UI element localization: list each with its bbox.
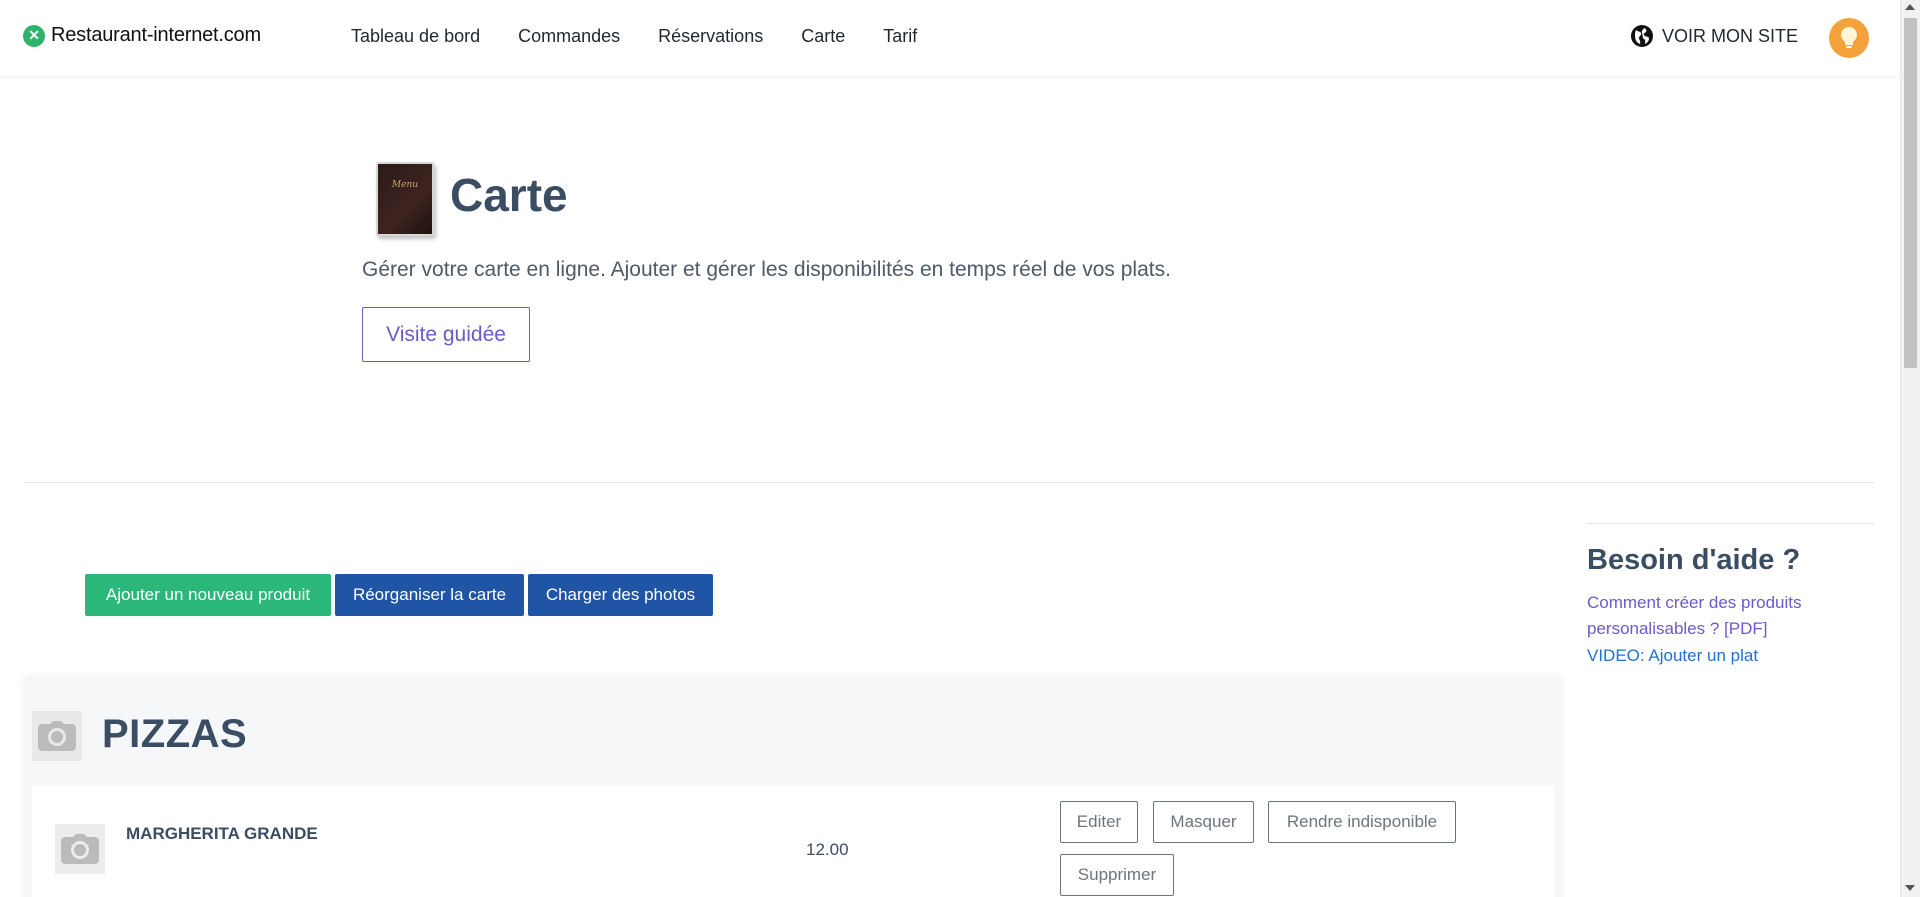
help-divider: [1587, 523, 1874, 524]
globe-icon: [1631, 25, 1653, 47]
upload-photos-button[interactable]: Charger des photos: [528, 574, 713, 616]
hide-product-button[interactable]: Masquer: [1153, 801, 1254, 843]
page: ✕ Restaurant-internet.com Tableau de bor…: [0, 0, 1920, 897]
category-card: PIZZAS MARGHERITA GRANDE 12.00 Editer Ma…: [24, 676, 1562, 897]
scroll-down-icon[interactable]: [1905, 885, 1915, 891]
product-row: MARGHERITA GRANDE 12.00 Editer Masquer R…: [32, 786, 1554, 897]
product-price: 12.00: [806, 840, 849, 859]
nav-item-tarif[interactable]: Tarif: [883, 26, 917, 47]
page-title: Carte: [450, 169, 568, 221]
view-site-label: VOIR MON SITE: [1662, 25, 1799, 46]
nav-item-commandes[interactable]: Commandes: [518, 26, 620, 47]
delete-product-button[interactable]: Supprimer: [1060, 854, 1174, 896]
page-scrollbar[interactable]: [1900, 0, 1920, 897]
product-name: MARGHERITA GRANDE: [126, 824, 318, 843]
make-unavailable-button[interactable]: Rendre indisponible: [1268, 801, 1456, 843]
lightbulb-icon: [1841, 27, 1857, 48]
brand-link[interactable]: ✕ Restaurant-internet.com: [23, 24, 261, 47]
product-photo-placeholder[interactable]: [55, 824, 105, 874]
reorganize-menu-button[interactable]: Réorganiser la carte: [335, 574, 524, 616]
scroll-up-icon[interactable]: [1905, 4, 1915, 10]
brand-name: Restaurant-internet.com: [51, 24, 261, 46]
category-title: PIZZAS: [102, 712, 248, 756]
scroll-thumb[interactable]: [1904, 18, 1917, 368]
camera-icon: [38, 721, 76, 751]
section-divider: [24, 482, 1874, 483]
user-avatar[interactable]: [1829, 18, 1869, 58]
nav-item-tableau-de-bord[interactable]: Tableau de bord: [351, 26, 480, 47]
menu-book-icon: Menu: [376, 162, 434, 236]
view-site-link[interactable]: VOIR MON SITE: [1630, 24, 1798, 48]
brand-logo-icon: ✕: [23, 24, 45, 47]
menu-book-label: Menu: [391, 180, 419, 190]
help-title: Besoin d'aide ?: [1587, 544, 1801, 576]
guided-tour-button[interactable]: Visite guidée: [362, 307, 530, 362]
help-link-pdf[interactable]: Comment créer des produits personalisabl…: [1587, 590, 1847, 642]
top-navbar: ✕ Restaurant-internet.com Tableau de bor…: [0, 0, 1900, 77]
menu-actions: Ajouter un nouveau produit Réorganiser l…: [85, 574, 713, 616]
help-link-video[interactable]: VIDEO: Ajouter un plat: [1587, 643, 1847, 669]
camera-icon: [61, 834, 99, 864]
main-nav: Tableau de bord Commandes Réservations C…: [351, 26, 955, 47]
nav-item-reservations[interactable]: Réservations: [658, 26, 763, 47]
add-product-button[interactable]: Ajouter un nouveau produit: [85, 574, 331, 616]
edit-product-button[interactable]: Editer: [1060, 801, 1138, 843]
category-photo-placeholder[interactable]: [32, 711, 82, 761]
page-subtitle: Gérer votre carte en ligne. Ajouter et g…: [362, 258, 1171, 281]
nav-item-carte[interactable]: Carte: [801, 26, 845, 47]
